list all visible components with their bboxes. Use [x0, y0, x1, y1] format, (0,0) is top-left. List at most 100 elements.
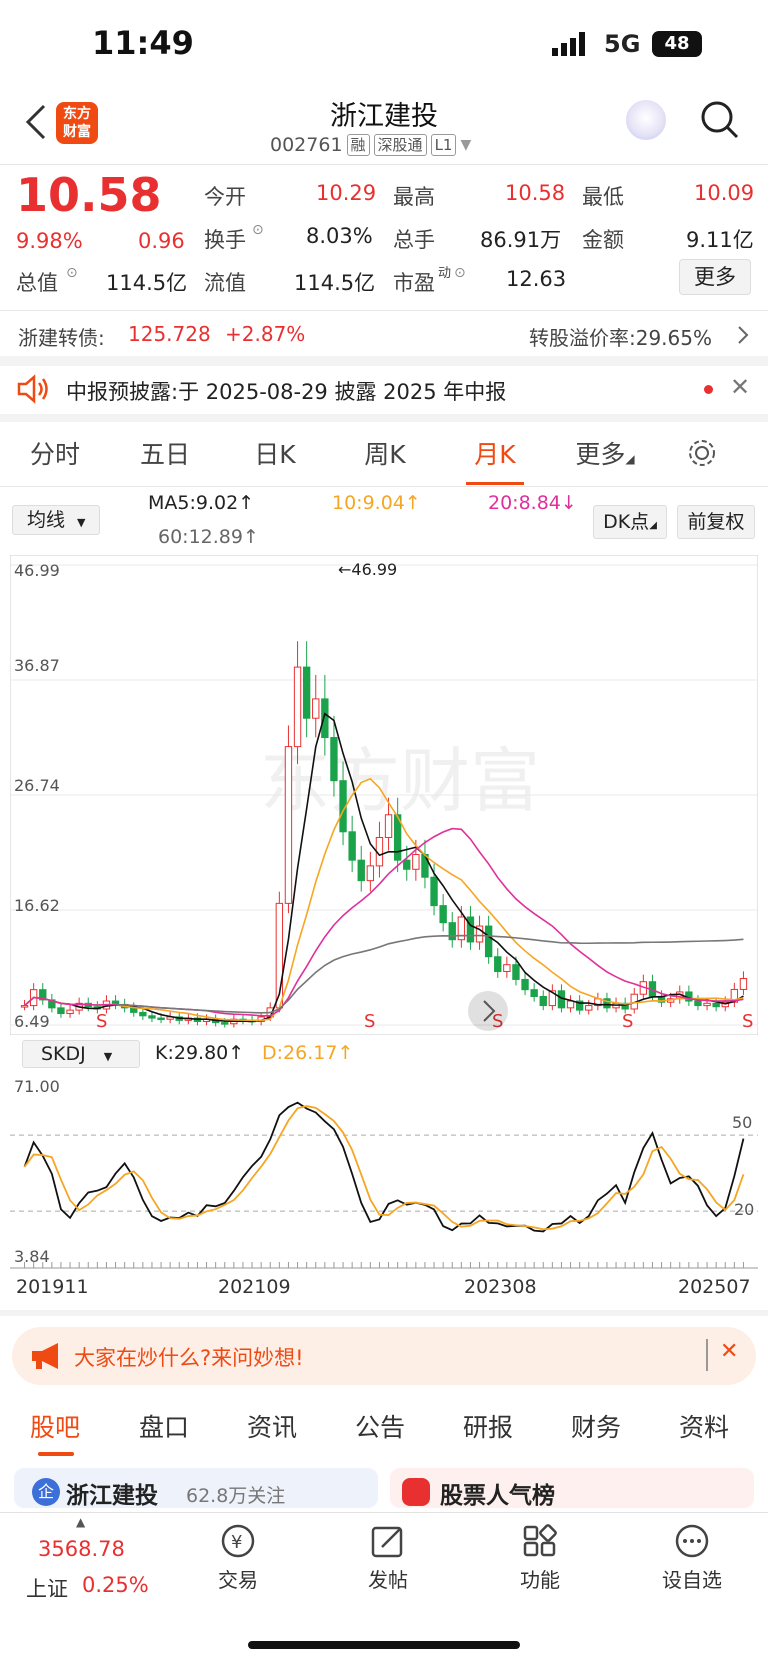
ask-banner[interactable]: 大家在炒什么?来问妙想! ✕ — [12, 1327, 756, 1385]
dk-point-button[interactable]: DK点◢ — [593, 505, 667, 539]
assistant-avatar-icon[interactable] — [626, 100, 666, 140]
kdj-d: D:26.17↑ — [262, 1042, 354, 1064]
y-tick-4: 16.62 — [14, 896, 60, 915]
x-tick-1: 201911 — [16, 1276, 89, 1298]
megaphone-icon — [32, 1343, 58, 1369]
candle — [503, 964, 511, 973]
low-value: 10.09 — [694, 181, 755, 205]
content-tabs: 股吧 盘口 资讯 公告 研报 财务 资料 — [0, 1408, 768, 1456]
x-tick-4: 202507 — [678, 1276, 751, 1298]
dropdown-icon[interactable]: ▼ — [460, 137, 471, 153]
x-tick-2: 202109 — [218, 1276, 291, 1298]
ma5-text: MA5:9.02 — [148, 492, 239, 514]
indicator-select[interactable]: SKDJ ▼ — [22, 1040, 140, 1068]
stock-header: 东方 财富 浙江建投 002761 融 深股通 L1 ▼ — [0, 90, 768, 165]
trade-button[interactable]: ¥ 交易 — [200, 1523, 276, 1593]
candle — [448, 922, 456, 941]
kdj-20: 20 — [734, 1200, 754, 1219]
ma-select-label: 均线 — [27, 509, 66, 531]
stock-code: 002761 — [270, 134, 343, 156]
tab-news[interactable]: 资讯 — [218, 1408, 326, 1444]
max-marker: ←46.99 — [338, 560, 397, 579]
tab-daily[interactable]: 日K — [220, 435, 330, 471]
search-icon[interactable] — [700, 100, 740, 140]
candle — [384, 814, 393, 838]
open-label: 今开 — [204, 185, 246, 209]
tab-profile[interactable]: 资料 — [650, 1408, 758, 1444]
post-button[interactable]: 发帖 — [350, 1523, 426, 1593]
add-favorite-button[interactable]: 设自选 — [654, 1523, 730, 1593]
info-icon[interactable]: ⊙ — [454, 265, 466, 281]
stock-forum-card[interactable]: 企 浙江建投 62.8万关注 — [14, 1468, 378, 1508]
tab-research[interactable]: 研报 — [434, 1408, 542, 1444]
ranking-icon — [402, 1478, 430, 1506]
candle — [20, 1005, 29, 1008]
open-value: 10.29 — [316, 181, 377, 205]
kline-chart[interactable]: 东方财富 46.99 36.87 26.74 16.62 6.49 ←46.99… — [10, 555, 758, 1035]
ma20-value: 20:8.84↓ — [488, 492, 577, 514]
close-icon[interactable]: ✕ — [730, 373, 750, 401]
candle — [530, 989, 538, 997]
tab-intraday[interactable]: 分时 — [0, 435, 110, 471]
floatcap-value: 114.5亿 — [294, 271, 376, 295]
tab-more[interactable]: 更多◢ — [550, 435, 660, 471]
info-icon[interactable]: ⊙ — [66, 265, 78, 281]
tab-weekly[interactable]: 周K — [330, 435, 440, 471]
card-followers: 62.8万关注 — [186, 1485, 286, 1507]
bond-label: 浙建转债: — [18, 326, 105, 350]
candle — [348, 831, 356, 861]
gear-icon[interactable] — [660, 437, 730, 469]
signal-icon — [552, 32, 585, 56]
pe-sup: 动 — [438, 266, 452, 281]
notice-text[interactable]: 中报预披露:于 2025-08-29 披露 2025 年中报 — [66, 376, 506, 406]
sell-marker: S — [622, 1011, 633, 1032]
more-dots-icon — [675, 1524, 709, 1558]
candle — [330, 737, 338, 782]
tab-order-book[interactable]: 盘口 — [110, 1408, 218, 1444]
max-label: 46.99 — [351, 560, 397, 579]
candle — [284, 746, 293, 904]
amount-value: 9.11亿 — [686, 228, 754, 252]
kdj-grid — [10, 1134, 758, 1269]
candle — [494, 956, 502, 973]
candle — [357, 859, 365, 882]
kdj-d-text: D:26.17 — [262, 1042, 338, 1064]
index-value[interactable]: 3568.78 — [38, 1537, 125, 1561]
kdj-chart[interactable]: 71.00 3.84 50 20 — [10, 1072, 758, 1272]
banner-divider — [706, 1339, 708, 1371]
amount-label: 金额 — [582, 228, 624, 252]
period-tabs: 分时 五日 日K 周K 月K 更多◢ — [0, 420, 768, 486]
kdj-y-bottom: 3.84 — [14, 1247, 50, 1266]
popularity-card[interactable]: 股票人气榜 — [390, 1468, 754, 1508]
scroll-right-button[interactable] — [468, 991, 508, 1031]
tab-finance[interactable]: 财务 — [542, 1408, 650, 1444]
change-amount: 0.96 — [138, 229, 185, 253]
tab-guba[interactable]: 股吧 — [0, 1408, 110, 1456]
add-favorite-label: 设自选 — [662, 1568, 722, 1592]
more-button[interactable]: 更多 — [679, 259, 751, 295]
tab-5day[interactable]: 五日 — [110, 435, 220, 471]
candle — [439, 905, 447, 924]
functions-button[interactable]: 功能 — [502, 1523, 578, 1593]
tab-announcements[interactable]: 公告 — [326, 1408, 434, 1444]
candle — [412, 854, 420, 870]
candle — [430, 876, 438, 907]
tab-monthly[interactable]: 月K — [440, 435, 550, 485]
candle — [293, 666, 302, 748]
grid-icon — [523, 1524, 557, 1557]
y-tick-2: 36.87 — [14, 656, 60, 675]
info-icon[interactable]: ⊙ — [252, 222, 264, 238]
bond-premium[interactable]: 转股溢价率:29.65% — [529, 322, 712, 351]
sell-marker: S — [96, 1011, 107, 1032]
ma-select[interactable]: 均线 ▼ — [12, 505, 100, 535]
high-label: 最高 — [393, 185, 435, 209]
close-icon[interactable]: ✕ — [720, 1339, 738, 1364]
adjust-button[interactable]: 前复权 — [677, 505, 755, 539]
tab-guba-label: 股吧 — [29, 1413, 80, 1442]
sell-marker: S — [742, 1011, 753, 1032]
candle — [694, 1000, 702, 1007]
candle — [302, 666, 311, 719]
candle — [566, 1000, 575, 1009]
ma60-text: 60:12.89 — [158, 526, 243, 548]
candle — [312, 698, 320, 719]
